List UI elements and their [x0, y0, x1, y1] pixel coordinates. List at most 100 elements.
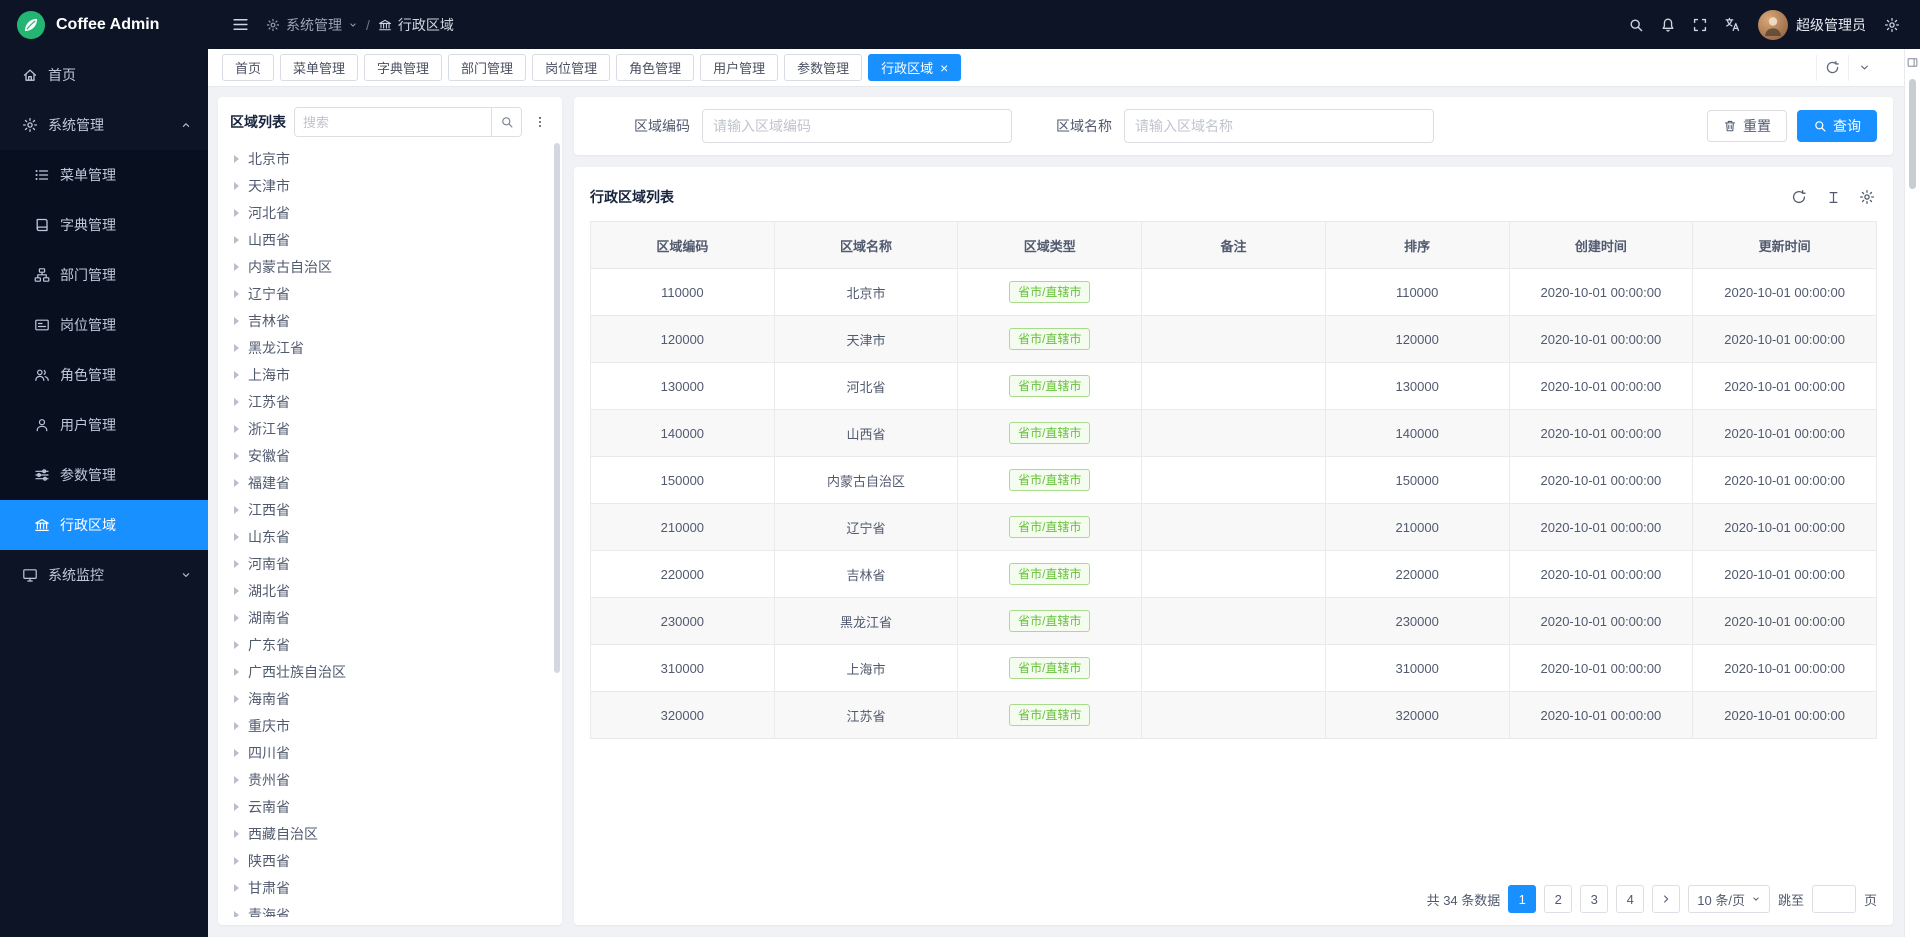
region-name-input[interactable]	[1124, 109, 1434, 143]
tree-item[interactable]: 江苏省	[230, 388, 550, 415]
tab[interactable]: 角色管理	[616, 54, 694, 81]
reset-button[interactable]: 重置	[1707, 110, 1787, 142]
table-row[interactable]: 310000 上海市 省市/直辖市 310000 2020-10-01 00:0…	[591, 645, 1877, 692]
sidebar-item-system[interactable]: 系统管理	[0, 100, 208, 150]
tree-item[interactable]: 辽宁省	[230, 280, 550, 307]
tree-item[interactable]: 甘肃省	[230, 874, 550, 901]
tree-item[interactable]: 山东省	[230, 523, 550, 550]
page-button-3[interactable]: 3	[1580, 885, 1608, 913]
sidebar-item-post-mgmt[interactable]: 岗位管理	[0, 300, 208, 350]
tree-item[interactable]: 青海省	[230, 901, 550, 917]
caret-right-icon[interactable]	[234, 317, 239, 325]
table-row[interactable]: 120000 天津市 省市/直辖市 120000 2020-10-01 00:0…	[591, 316, 1877, 363]
sidebar-item-monitor[interactable]: 系统监控	[0, 550, 208, 600]
breadcrumb-system[interactable]: 系统管理	[266, 15, 358, 35]
tab-close-icon[interactable]: ×	[940, 61, 948, 75]
caret-right-icon[interactable]	[234, 668, 239, 676]
column-settings-gear-icon[interactable]	[1857, 187, 1877, 207]
tree-item[interactable]: 吉林省	[230, 307, 550, 334]
refresh-icon[interactable]	[1789, 187, 1809, 207]
tree-scrollbar[interactable]	[554, 143, 560, 673]
tree-item[interactable]: 福建省	[230, 469, 550, 496]
more-options-icon[interactable]	[530, 108, 550, 136]
tree-item[interactable]: 天津市	[230, 172, 550, 199]
tree-item[interactable]: 云南省	[230, 793, 550, 820]
sidebar-item-user-mgmt[interactable]: 用户管理	[0, 400, 208, 450]
tree-item[interactable]: 江西省	[230, 496, 550, 523]
caret-right-icon[interactable]	[234, 425, 239, 433]
caret-right-icon[interactable]	[234, 695, 239, 703]
tab[interactable]: 菜单管理	[280, 54, 358, 81]
chevron-down-icon[interactable]	[1848, 55, 1880, 81]
region-code-input[interactable]	[702, 109, 1012, 143]
translate-icon[interactable]	[1718, 11, 1746, 39]
collapse-sidebar-icon[interactable]	[226, 11, 254, 39]
table-row[interactable]: 110000 北京市 省市/直辖市 110000 2020-10-01 00:0…	[591, 269, 1877, 316]
tree-item[interactable]: 山西省	[230, 226, 550, 253]
tree-item[interactable]: 河北省	[230, 199, 550, 226]
refresh-icon[interactable]	[1816, 55, 1848, 81]
page-button-4[interactable]: 4	[1616, 885, 1644, 913]
caret-right-icon[interactable]	[234, 560, 239, 568]
sidebar-item-role-mgmt[interactable]: 角色管理	[0, 350, 208, 400]
tab[interactable]: 用户管理	[700, 54, 778, 81]
table-row[interactable]: 150000 内蒙古自治区 省市/直辖市 150000 2020-10-01 0…	[591, 457, 1877, 504]
tree-item[interactable]: 四川省	[230, 739, 550, 766]
tab[interactable]: 首页	[222, 54, 274, 81]
caret-right-icon[interactable]	[234, 776, 239, 784]
caret-right-icon[interactable]	[234, 182, 239, 190]
tab[interactable]: 部门管理	[448, 54, 526, 81]
tree-search-button[interactable]	[491, 108, 521, 136]
caret-right-icon[interactable]	[234, 209, 239, 217]
tab[interactable]: 参数管理	[784, 54, 862, 81]
layout-panel-icon[interactable]	[1906, 56, 1919, 69]
jump-page-input[interactable]	[1812, 885, 1856, 913]
caret-right-icon[interactable]	[234, 722, 239, 730]
tree-item[interactable]: 海南省	[230, 685, 550, 712]
tree-item[interactable]: 贵州省	[230, 766, 550, 793]
page-scrollbar[interactable]	[1909, 79, 1916, 189]
caret-right-icon[interactable]	[234, 533, 239, 541]
tree-item[interactable]: 安徽省	[230, 442, 550, 469]
search-icon[interactable]	[1622, 11, 1650, 39]
caret-right-icon[interactable]	[234, 641, 239, 649]
tree-item[interactable]: 河南省	[230, 550, 550, 577]
caret-right-icon[interactable]	[234, 263, 239, 271]
sidebar-item-param-mgmt[interactable]: 参数管理	[0, 450, 208, 500]
page-button-2[interactable]: 2	[1544, 885, 1572, 913]
caret-right-icon[interactable]	[234, 452, 239, 460]
caret-right-icon[interactable]	[234, 803, 239, 811]
app-logo[interactable]: Coffee Admin	[0, 0, 208, 50]
tree-item[interactable]: 重庆市	[230, 712, 550, 739]
tree-item[interactable]: 湖南省	[230, 604, 550, 631]
caret-right-icon[interactable]	[234, 290, 239, 298]
tree-item[interactable]: 内蒙古自治区	[230, 253, 550, 280]
fullscreen-icon[interactable]	[1686, 11, 1714, 39]
caret-right-icon[interactable]	[234, 236, 239, 244]
caret-right-icon[interactable]	[234, 371, 239, 379]
tree-item[interactable]: 西藏自治区	[230, 820, 550, 847]
caret-right-icon[interactable]	[234, 506, 239, 514]
tab[interactable]: 岗位管理	[532, 54, 610, 81]
sidebar-item-home[interactable]: 首页	[0, 50, 208, 100]
tree-item[interactable]: 湖北省	[230, 577, 550, 604]
sidebar-item-dept-mgmt[interactable]: 部门管理	[0, 250, 208, 300]
next-page-button[interactable]	[1652, 885, 1680, 913]
table-row[interactable]: 320000 江苏省 省市/直辖市 320000 2020-10-01 00:0…	[591, 692, 1877, 739]
caret-right-icon[interactable]	[234, 614, 239, 622]
caret-right-icon[interactable]	[234, 857, 239, 865]
sidebar-item-menu-mgmt[interactable]: 菜单管理	[0, 150, 208, 200]
caret-right-icon[interactable]	[234, 398, 239, 406]
table-row[interactable]: 210000 辽宁省 省市/直辖市 210000 2020-10-01 00:0…	[591, 504, 1877, 551]
caret-right-icon[interactable]	[234, 344, 239, 352]
tree-item[interactable]: 广西壮族自治区	[230, 658, 550, 685]
density-icon[interactable]	[1823, 187, 1843, 207]
search-button[interactable]: 查询	[1797, 110, 1877, 142]
tree-item[interactable]: 广东省	[230, 631, 550, 658]
tree-search-input[interactable]	[295, 108, 491, 136]
caret-right-icon[interactable]	[234, 911, 239, 918]
caret-right-icon[interactable]	[234, 155, 239, 163]
tree-item[interactable]: 浙江省	[230, 415, 550, 442]
table-row[interactable]: 220000 吉林省 省市/直辖市 220000 2020-10-01 00:0…	[591, 551, 1877, 598]
tab-active[interactable]: 行政区域 ×	[868, 54, 961, 81]
